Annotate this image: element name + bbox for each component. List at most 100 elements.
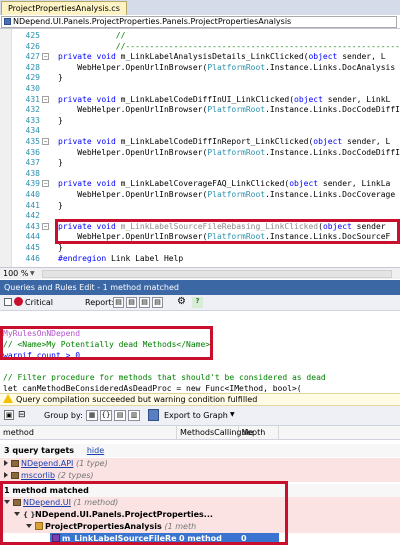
fold-toggle-icon[interactable]: − (42, 180, 49, 188)
code-line: 430 (0, 83, 400, 94)
line-number: 442 (25, 211, 40, 221)
group-by-namespace-button[interactable]: {} (100, 410, 112, 421)
report-option-3-button[interactable]: ▤ (139, 297, 150, 308)
line-number: 438 (25, 168, 40, 178)
line-number: 427 (25, 52, 40, 62)
expand-icon[interactable] (4, 472, 8, 478)
navigation-bar: NDepend.UI.Panels.ProjectProperties.Pane… (0, 15, 400, 29)
column-methods-calling-me[interactable]: MethodsCallingMe (177, 426, 253, 440)
target-name[interactable]: mscorlib (21, 471, 55, 480)
group-by-none-button[interactable]: ▥ (128, 410, 140, 421)
code-text: } (58, 73, 63, 83)
fold-toggle-icon[interactable]: − (42, 95, 49, 103)
group-by-type-button[interactable]: ▤ (114, 410, 126, 421)
graph-icon[interactable] (148, 409, 159, 421)
class-icon (4, 18, 11, 25)
line-number: 428 (25, 62, 40, 72)
code-line: 427− private void m_LinkLabelAnalysisDeta… (0, 51, 400, 62)
code-line: 425 // (0, 30, 400, 41)
target-count: (2 types) (57, 471, 94, 480)
editor-status-bar: 100 % ▼ (0, 267, 400, 279)
export-dropdown-icon[interactable]: ▼ (230, 411, 235, 418)
code-line: 434 (0, 125, 400, 136)
code-text: } (58, 200, 63, 210)
code-text: } (58, 115, 63, 125)
target-row[interactable]: NDepend.API (1 type) (0, 458, 400, 470)
save-icon[interactable]: ▣ (4, 410, 14, 420)
code-line: 437} (0, 157, 400, 168)
results-toolbar: ▣ ⊟ Group by: ▦ {} ▤ ▥ Export to Graph ▼ (0, 406, 400, 426)
report-option-1-button[interactable]: ▤ (113, 297, 124, 308)
code-line: 428 WebHelper.OpenUrlInBrowser(PlatformR… (0, 62, 400, 73)
target-name[interactable]: NDepend.API (21, 459, 73, 468)
settings-gear-icon[interactable]: ⚙ (176, 297, 187, 308)
editor-tab-bar: ProjectPropertiesAnalysis.cs (0, 0, 400, 15)
code-text: #endregion Link Label Help (58, 253, 184, 263)
code-text: WebHelper.OpenUrlInBrowser(PlatformRoot.… (58, 147, 400, 157)
line-number: 433 (25, 115, 40, 125)
assembly-icon (11, 472, 19, 479)
export-to-graph-button[interactable]: Export to Graph (164, 411, 228, 420)
column-depth[interactable]: depth (239, 426, 279, 440)
code-line: 446 #endregion Link Label Help (0, 253, 400, 264)
line-number: 439 (25, 179, 40, 189)
line-number: 436 (25, 147, 40, 157)
code-line: 431− private void m_LinkLabelCodeDiffInUI… (0, 94, 400, 105)
report-label: Report: (85, 298, 115, 307)
collapse-icon[interactable]: ⊟ (18, 410, 26, 420)
code-line: 433} (0, 115, 400, 126)
highlight-box-matched-method (0, 481, 288, 545)
query-targets-row: 3 query targets hide (0, 444, 400, 457)
line-number: 432 (25, 105, 40, 115)
critical-icon (14, 297, 23, 306)
code-text: private void m_LinkLabelAnalysisDetails_… (58, 52, 386, 62)
hide-link[interactable]: hide (87, 446, 104, 455)
report-option-4-button[interactable]: ▤ (152, 297, 163, 308)
zoom-dropdown-icon[interactable]: ▼ (30, 270, 35, 277)
code-line: 432 WebHelper.OpenUrlInBrowser(PlatformR… (0, 104, 400, 115)
help-icon[interactable]: ? (192, 297, 203, 308)
fold-toggle-icon[interactable]: − (42, 138, 49, 145)
target-count: (1 type) (75, 459, 108, 468)
code-text: WebHelper.OpenUrlInBrowser(PlatformRoot.… (58, 62, 396, 72)
horizontal-scrollbar[interactable] (42, 270, 392, 278)
query-toolbar: Critical Report: ▤ ▤ ▤ ▤ ⚙ ? (0, 295, 400, 311)
fold-toggle-icon[interactable]: − (42, 222, 49, 230)
query-line: // Filter procedure for methods that sho… (3, 372, 326, 383)
code-line: 439− private void m_LinkLabelCoverageFAQ_… (0, 178, 400, 189)
report-option-2-button[interactable]: ▤ (126, 297, 137, 308)
highlight-box-source-method (55, 219, 400, 244)
line-number: 437 (25, 158, 40, 168)
fold-toggle-icon[interactable]: − (42, 53, 49, 61)
editor-tab[interactable]: ProjectPropertiesAnalysis.cs (1, 1, 127, 15)
line-number: 431 (25, 94, 40, 104)
code-line: 438 (0, 168, 400, 179)
line-number: 444 (25, 232, 40, 242)
line-number: 435 (25, 137, 40, 146)
code-text: private void m_LinkLabelCodeDiffInUI_Lin… (58, 94, 391, 104)
line-number: 426 (25, 41, 40, 51)
expand-icon[interactable] (4, 460, 8, 466)
line-number: 441 (25, 200, 40, 210)
code-text: } (58, 158, 63, 168)
assembly-icon (11, 460, 19, 467)
column-method[interactable]: method (0, 426, 177, 440)
line-number: 430 (25, 84, 40, 93)
code-line: 429} (0, 72, 400, 83)
checkbox-icon (4, 298, 12, 306)
code-text: private void m_LinkLabelCodeDiffInReport… (58, 137, 391, 146)
type-navigation-dropdown[interactable]: NDepend.UI.Panels.ProjectProperties.Pane… (1, 16, 397, 28)
query-status-text: Query compilation succeeded but warning … (16, 395, 258, 404)
line-number: 440 (25, 190, 40, 199)
code-line: 426 //----------------------------------… (0, 41, 400, 52)
group-by-assembly-button[interactable]: ▦ (86, 410, 98, 421)
query-status-bar: Query compilation succeeded but warning … (0, 393, 400, 406)
code-text: WebHelper.OpenUrlInBrowser(PlatformRoot.… (58, 105, 400, 115)
highlight-box-query-name (0, 326, 213, 360)
code-text: // (58, 31, 126, 40)
zoom-level[interactable]: 100 % (3, 268, 28, 279)
line-number: 443 (25, 221, 40, 231)
critical-checkbox[interactable]: Critical (4, 297, 53, 309)
critical-label: Critical (25, 298, 53, 307)
warning-icon (3, 394, 13, 403)
